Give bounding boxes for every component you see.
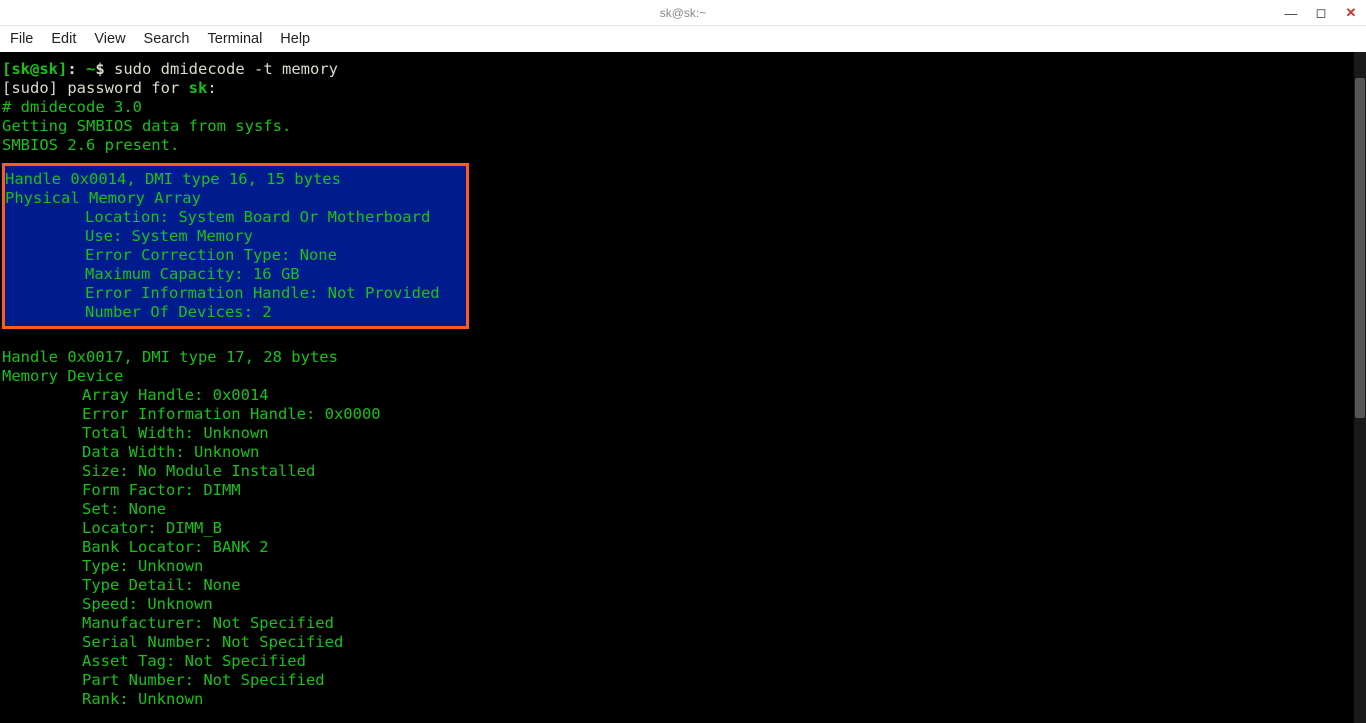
section-field: Bank Locator: BANK 2 xyxy=(2,538,269,556)
section-field: Asset Tag: Not Specified xyxy=(2,652,306,670)
command-text: sudo dmidecode -t memory xyxy=(114,60,338,78)
prompt-sep1: : xyxy=(67,60,86,78)
sudo-prompt-user: sk xyxy=(189,79,208,97)
prompt-sep2: $ xyxy=(95,60,114,78)
section-field: Manufacturer: Not Specified xyxy=(2,614,334,632)
highlight-field: Error Correction Type: None xyxy=(5,246,337,264)
section-field: Speed: Unknown xyxy=(2,595,213,613)
titlebar: sk@sk:~ — ◻ ✕ xyxy=(0,0,1366,26)
highlight-header: Handle 0x0014, DMI type 16, 15 bytes xyxy=(5,170,341,188)
highlight-field: Maximum Capacity: 16 GB xyxy=(5,265,300,283)
sudo-prompt-prefix: [sudo] password for xyxy=(2,79,189,97)
highlighted-section: Handle 0x0014, DMI type 16, 15 bytes Phy… xyxy=(2,163,469,329)
menu-view[interactable]: View xyxy=(94,31,125,47)
terminal-area[interactable]: [sk@sk]: ~$ sudo dmidecode -t memory [su… xyxy=(0,52,1366,723)
menubar: File Edit View Search Terminal Help xyxy=(0,26,1366,52)
output-line: SMBIOS 2.6 present. xyxy=(2,136,179,154)
section-field: Data Width: Unknown xyxy=(2,443,259,461)
section-header: Handle 0x0017, DMI type 17, 28 bytes xyxy=(2,348,338,366)
menu-terminal[interactable]: Terminal xyxy=(208,31,263,47)
output-line: Getting SMBIOS data from sysfs. xyxy=(2,117,291,135)
section-field: Array Handle: 0x0014 xyxy=(2,386,269,404)
prompt-user-host: [sk@sk] xyxy=(2,60,67,78)
menu-help[interactable]: Help xyxy=(280,31,310,47)
highlight-title: Physical Memory Array xyxy=(5,189,201,207)
menu-search[interactable]: Search xyxy=(144,31,190,47)
minimize-button[interactable]: — xyxy=(1276,0,1306,26)
section-field: Size: No Module Installed xyxy=(2,462,315,480)
section-field: Set: None xyxy=(2,500,166,518)
window-controls: — ◻ ✕ xyxy=(1276,0,1366,26)
highlight-field: Error Information Handle: Not Provided xyxy=(5,284,440,302)
close-button[interactable]: ✕ xyxy=(1336,0,1366,26)
prompt-path: ~ xyxy=(86,60,95,78)
section-field: Rank: Unknown xyxy=(2,690,203,708)
maximize-button[interactable]: ◻ xyxy=(1306,0,1336,26)
section-field: Total Width: Unknown xyxy=(2,424,269,442)
section-field: Type Detail: None xyxy=(2,576,241,594)
output-line: # dmidecode 3.0 xyxy=(2,98,142,116)
menu-file[interactable]: File xyxy=(10,31,33,47)
section-field: Serial Number: Not Specified xyxy=(2,633,343,651)
section-field: Form Factor: DIMM xyxy=(2,481,241,499)
section-field: Part Number: Not Specified xyxy=(2,671,325,689)
highlight-field: Number Of Devices: 2 xyxy=(5,303,272,321)
section-field: Error Information Handle: 0x0000 xyxy=(2,405,381,423)
menu-edit[interactable]: Edit xyxy=(51,31,76,47)
sudo-prompt-suffix: : xyxy=(207,79,216,97)
section-field: Type: Unknown xyxy=(2,557,203,575)
scrollbar-thumb[interactable] xyxy=(1355,78,1365,418)
highlight-field: Use: System Memory xyxy=(5,227,253,245)
window-title: sk@sk:~ xyxy=(660,6,707,20)
highlight-field: Location: System Board Or Motherboard xyxy=(5,208,430,226)
section-field: Locator: DIMM_B xyxy=(2,519,222,537)
scrollbar[interactable] xyxy=(1354,52,1366,723)
section-title: Memory Device xyxy=(2,367,123,385)
